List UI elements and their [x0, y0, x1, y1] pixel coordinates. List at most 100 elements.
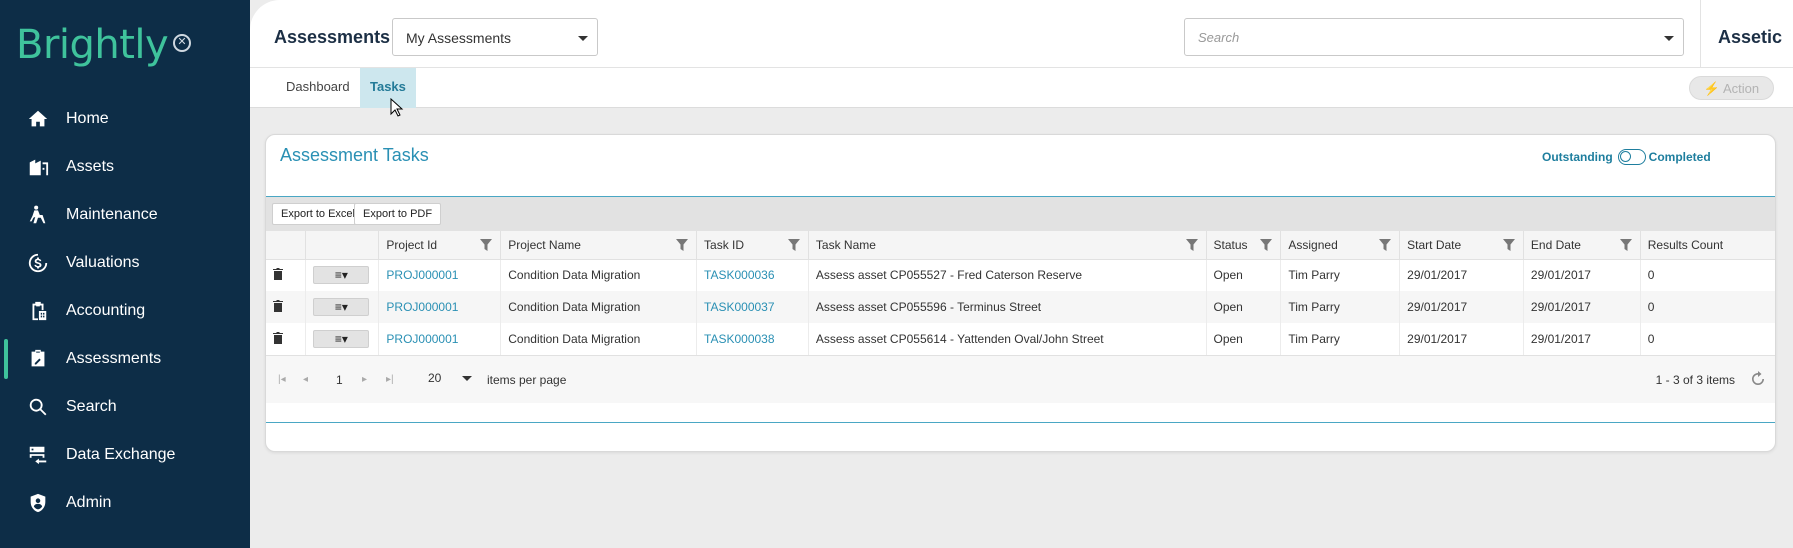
- table-row[interactable]: ≡▾ PROJ000001 Condition Data Migration T…: [266, 259, 1775, 291]
- data-exchange-icon: [26, 443, 50, 467]
- sidebar-item-assessments[interactable]: Assessments: [0, 335, 250, 383]
- next-page-icon[interactable]: ▸: [362, 374, 367, 385]
- filter-icon[interactable]: [676, 239, 689, 251]
- filter-icon[interactable]: [1260, 239, 1273, 251]
- sidebar-item-label: Assessments: [66, 350, 162, 367]
- select-value: My Assessments: [406, 30, 512, 46]
- filter-icon[interactable]: [1619, 239, 1632, 251]
- column-header-status[interactable]: Status: [1206, 231, 1282, 260]
- results-count-cell: 0: [1640, 259, 1775, 291]
- buildings-icon: [26, 155, 50, 179]
- menu-cell: ≡▾: [305, 259, 380, 291]
- column-header-menu: [305, 231, 380, 260]
- search-placeholder: Search: [1198, 30, 1240, 45]
- toggle-switch[interactable]: [1617, 149, 1646, 165]
- trash-icon[interactable]: [273, 299, 283, 312]
- menu-cell: ≡▾: [305, 323, 380, 355]
- task-name-cell: Assess asset CP055614 - Yattenden Oval/J…: [808, 323, 1207, 355]
- tasks-table: Project Id Project Name Task ID Task Nam…: [266, 231, 1775, 355]
- task-id-link[interactable]: TASK000038: [696, 323, 809, 355]
- filter-icon[interactable]: [480, 239, 493, 251]
- task-id-link[interactable]: TASK000037: [696, 291, 809, 323]
- sidebar-item-label: Assets: [66, 158, 115, 175]
- filter-icon[interactable]: [1379, 239, 1392, 251]
- column-header-end-date[interactable]: End Date: [1523, 231, 1641, 260]
- sidebar-item-assets[interactable]: Assets: [0, 143, 250, 191]
- sidebar-item-search[interactable]: Search: [0, 383, 250, 431]
- assigned-cell: Tim Parry: [1280, 259, 1401, 291]
- column-header-results-count[interactable]: Results Count: [1640, 231, 1775, 260]
- column-header-project-id[interactable]: Project Id: [378, 231, 502, 260]
- menu-cell: ≡▾: [305, 291, 380, 323]
- sidebar-item-valuations[interactable]: Valuations: [0, 239, 250, 287]
- chevron-down-icon[interactable]: [1664, 36, 1674, 41]
- row-menu-button[interactable]: ≡▾: [313, 330, 370, 348]
- refresh-icon[interactable]: [1750, 371, 1766, 387]
- trash-icon[interactable]: [273, 331, 283, 344]
- delete-cell: [266, 323, 307, 355]
- action-label: Action: [1722, 81, 1760, 96]
- brightly-logo[interactable]: Brightly: [16, 22, 169, 68]
- filter-icon[interactable]: [1185, 239, 1198, 251]
- trash-icon[interactable]: [273, 267, 283, 280]
- column-header-project-name[interactable]: Project Name: [500, 231, 698, 260]
- delete-cell: [266, 259, 307, 291]
- results-count-cell: 0: [1640, 291, 1775, 323]
- column-header-task-name[interactable]: Task Name: [808, 231, 1207, 260]
- page-title: Assessments: [274, 27, 391, 47]
- search-input[interactable]: Search: [1184, 18, 1684, 56]
- row-menu-button[interactable]: ≡▾: [313, 266, 370, 285]
- column-label: End Date: [1530, 237, 1581, 252]
- action-button[interactable]: ⚡ Action: [1689, 76, 1774, 100]
- assessment-filter-select[interactable]: My Assessments: [392, 18, 598, 56]
- current-page[interactable]: 1: [336, 373, 343, 387]
- sidebar-item-data-exchange[interactable]: Data Exchange: [0, 431, 250, 479]
- shield-user-icon: [26, 491, 50, 515]
- project-id-link[interactable]: PROJ000001: [378, 291, 502, 323]
- worker-icon: [26, 203, 50, 227]
- column-label: Task ID: [704, 237, 745, 252]
- assigned-cell: Tim Parry: [1280, 323, 1401, 355]
- clipboard-building-icon: [26, 299, 50, 323]
- task-name-cell: Assess asset CP055527 - Fred Caterson Re…: [808, 259, 1207, 291]
- sidebar-item-label: Data Exchange: [66, 446, 176, 463]
- row-menu-button[interactable]: ≡▾: [313, 298, 370, 316]
- tab-tasks[interactable]: Tasks: [360, 68, 416, 108]
- column-header-delete: [266, 231, 307, 260]
- sidebar-item-admin[interactable]: Admin: [0, 479, 250, 527]
- project-id-link[interactable]: PROJ000001: [378, 259, 502, 291]
- brand-name: Assetic: [1718, 27, 1783, 47]
- tab-dashboard[interactable]: Dashboard: [276, 68, 360, 108]
- status-cell: Open: [1206, 323, 1282, 355]
- column-header-task-id[interactable]: Task ID: [696, 231, 809, 260]
- filter-icon[interactable]: [787, 239, 800, 251]
- export-pdf-button[interactable]: Export to PDF: [354, 203, 442, 225]
- status-cell: Open: [1206, 291, 1282, 323]
- task-id-link[interactable]: TASK000036: [696, 259, 809, 291]
- sidebar-item-label: Valuations: [66, 254, 140, 271]
- table-row[interactable]: ≡▾ PROJ000001 Condition Data Migration T…: [266, 291, 1775, 323]
- sidebar-item-home[interactable]: Home: [0, 95, 250, 143]
- filter-icon[interactable]: [1502, 239, 1515, 251]
- divider: [1700, 0, 1701, 68]
- export-excel-button[interactable]: Export to Excel: [272, 203, 364, 225]
- column-header-start-date[interactable]: Start Date: [1399, 231, 1524, 260]
- page-size-select[interactable]: 20: [428, 369, 478, 389]
- project-id-link[interactable]: PROJ000001: [378, 323, 502, 355]
- prev-page-icon[interactable]: ◂: [303, 374, 308, 385]
- close-circle-icon[interactable]: ✕: [173, 34, 191, 52]
- status-cell: Open: [1206, 259, 1282, 291]
- first-page-icon[interactable]: |◂: [278, 374, 286, 385]
- column-header-assigned[interactable]: Assigned: [1280, 231, 1401, 260]
- sidebar-item-accounting[interactable]: Accounting: [0, 287, 250, 335]
- items-per-page-label: items per page: [487, 373, 567, 387]
- project-name-cell: Condition Data Migration: [500, 291, 698, 323]
- sidebar-item-maintenance[interactable]: Maintenance: [0, 191, 250, 239]
- outstanding-completed-toggle[interactable]: Outstanding Completed: [1542, 149, 1711, 165]
- table-row[interactable]: ≡▾ PROJ000001 Condition Data Migration T…: [266, 323, 1775, 355]
- last-page-icon[interactable]: ▸|: [386, 374, 394, 385]
- end-date-cell: 29/01/2017: [1523, 259, 1641, 291]
- start-date-cell: 29/01/2017: [1399, 259, 1524, 291]
- column-label: Assigned: [1288, 237, 1338, 252]
- end-date-cell: 29/01/2017: [1523, 323, 1641, 355]
